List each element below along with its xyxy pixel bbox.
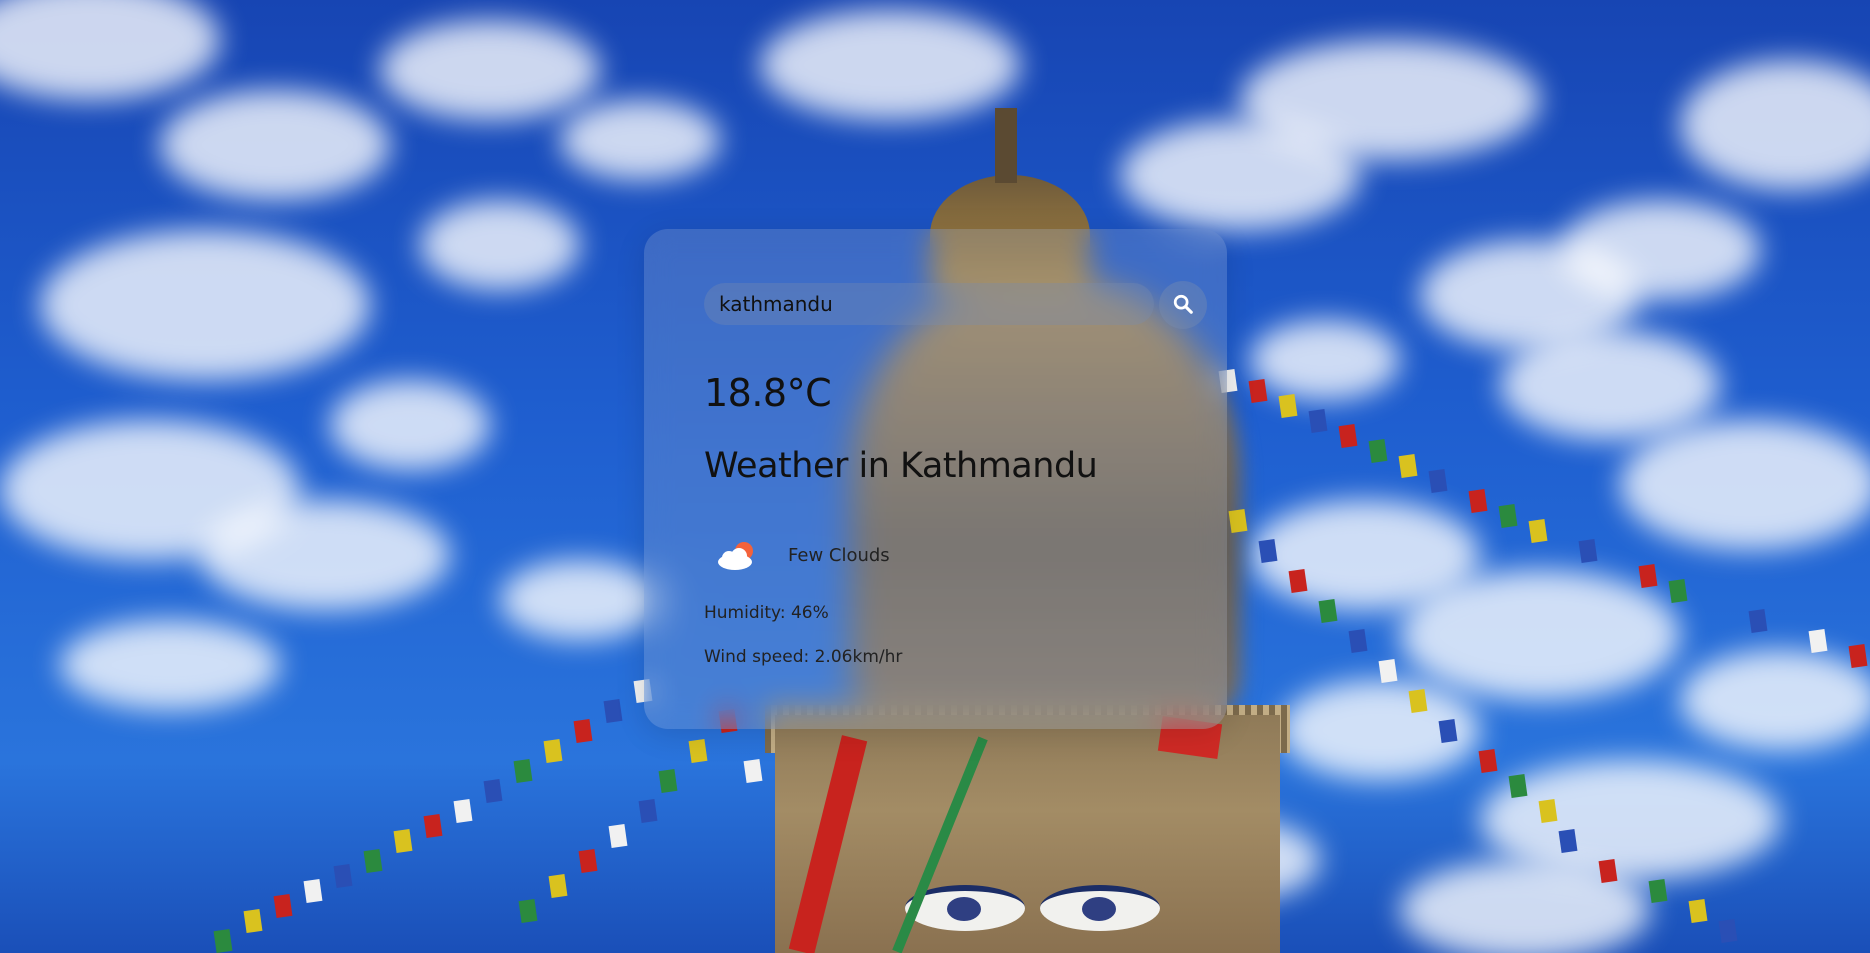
weather-card: 18.8°C Weather in Kathmandu Few Clouds H…	[644, 229, 1227, 729]
condition-row: Few Clouds	[714, 535, 890, 575]
search-bar	[704, 281, 1219, 329]
wind-speed-text: Wind speed: 2.06km/hr	[704, 647, 903, 667]
city-title: Weather in Kathmandu	[704, 446, 1098, 486]
condition-text: Few Clouds	[788, 544, 890, 566]
few-clouds-icon	[714, 537, 758, 573]
weather-app: 18.8°C Weather in Kathmandu Few Clouds H…	[0, 0, 1870, 953]
search-button[interactable]	[1159, 281, 1207, 329]
temperature: 18.8°C	[704, 371, 832, 415]
search-icon	[1172, 293, 1194, 318]
search-input[interactable]	[704, 283, 1154, 325]
humidity-text: Humidity: 46%	[704, 603, 829, 623]
